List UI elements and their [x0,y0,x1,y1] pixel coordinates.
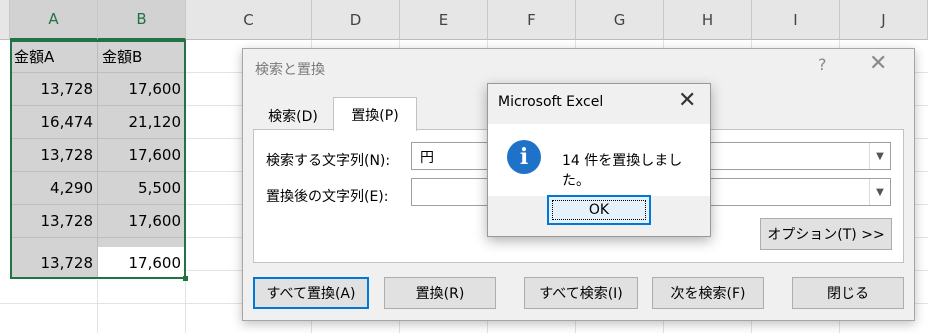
replace-label: 置換後の文字列(E): [266,189,389,205]
table-cell[interactable]: 13,728 [10,205,98,238]
message-body: i 14 件を置換しました。 [488,124,710,196]
table-cell[interactable]: 13,728 [10,73,98,106]
find-input-value: 円 [420,150,434,166]
focus-rect [552,200,646,220]
header-cell-a[interactable]: 金額A [10,40,98,73]
column-header-b[interactable]: B [98,0,186,40]
find-all-button[interactable]: すべて検索(I) [524,277,638,309]
info-icon: i [507,140,541,174]
ok-button[interactable]: OK [547,195,651,225]
column-header-d[interactable]: D [312,0,400,40]
close-icon[interactable]: ✕ [869,51,887,76]
replace-all-button[interactable]: すべて置換(A) [253,277,369,309]
chevron-down-icon[interactable]: ▼ [869,179,890,205]
close-button[interactable]: 閉じる [792,277,904,309]
chevron-down-icon[interactable]: ▼ [869,143,890,169]
find-label: 検索する文字列(N): [266,153,391,169]
table-cell[interactable]: 17,600 [98,205,186,238]
column-header-g[interactable]: G [576,0,664,40]
select-all-corner[interactable] [0,0,10,40]
table-cell[interactable]: 13,728 [10,139,98,172]
tab-search[interactable]: 検索(D) [255,102,331,130]
column-header-c[interactable]: C [186,0,312,40]
find-next-button[interactable]: 次を検索(F) [652,277,764,309]
dialog-title: 検索と置換 [255,62,325,78]
header-cell-b[interactable]: 金額B [98,40,186,73]
options-button[interactable]: オプション(T) >> [760,218,892,250]
help-icon[interactable]: ? [818,55,827,74]
column-header-f[interactable]: F [488,0,576,40]
active-cell[interactable]: 17,600 [98,247,186,279]
table-cell[interactable]: 5,500 [98,172,186,205]
tab-replace[interactable]: 置換(P) [333,97,417,131]
column-header-e[interactable]: E [400,0,488,40]
table-cell[interactable]: 16,474 [10,106,98,139]
replace-button[interactable]: 置換(R) [384,277,496,309]
close-icon[interactable]: ✕ [678,88,696,113]
message-title: Microsoft Excel [498,94,604,110]
table-cell[interactable]: 17,600 [98,139,186,172]
column-header-a[interactable]: A [10,0,98,40]
fill-handle[interactable] [183,276,188,281]
column-header-h[interactable]: H [664,0,752,40]
message-text: 14 件を置換しました。 [562,153,683,189]
table-cell[interactable]: 4,290 [10,172,98,205]
column-header-i[interactable]: I [752,0,840,40]
table-cell[interactable]: 17,600 [98,73,186,106]
column-header-j[interactable]: J [840,0,928,40]
table-cell[interactable]: 21,120 [98,106,186,139]
table-cell[interactable]: 13,728 [10,247,98,279]
message-box: Microsoft Excel ✕ i 14 件を置換しました。 OK [487,83,711,237]
